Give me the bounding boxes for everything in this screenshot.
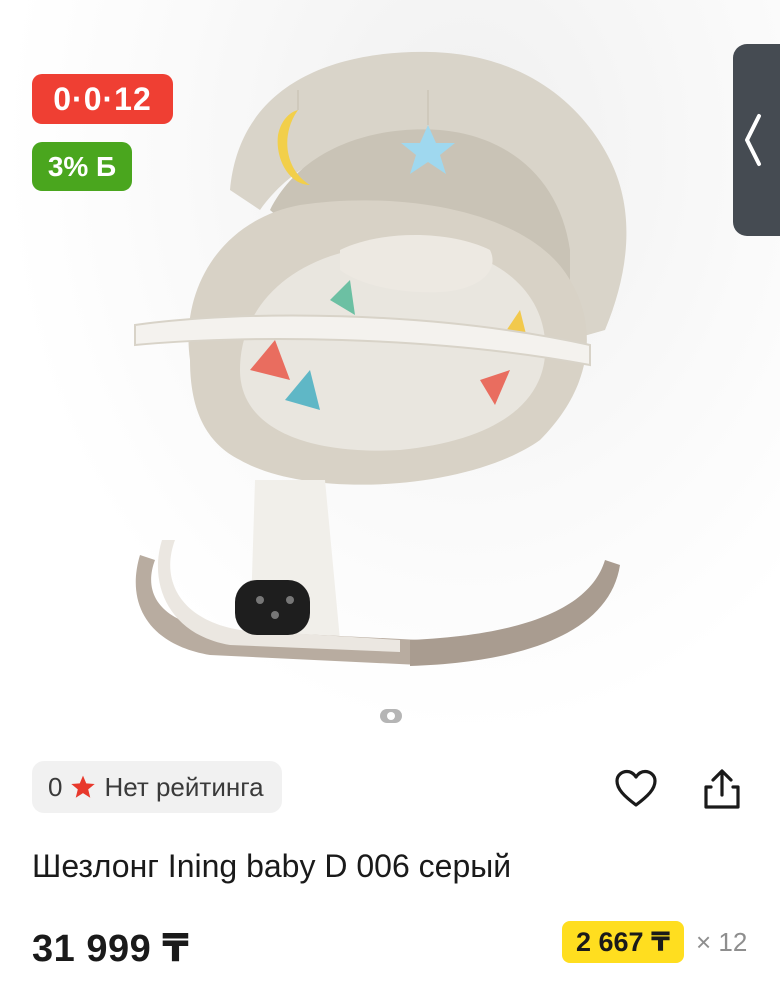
- product-title: Шезлонг Ining baby D 006 серый: [32, 848, 512, 884]
- share-button[interactable]: [698, 765, 746, 813]
- share-icon: [704, 769, 740, 809]
- monthly-payment[interactable]: 2 667 ₸: [562, 921, 684, 963]
- chevron-left-icon: [745, 114, 761, 166]
- gallery-pagination[interactable]: [380, 709, 402, 723]
- rating-label: Нет рейтинга: [104, 771, 264, 802]
- product-image: [134, 51, 627, 666]
- star-icon: [71, 775, 96, 798]
- heart-icon: [615, 769, 657, 807]
- rating-value: 0: [48, 771, 63, 802]
- bonus-badge: 3% Б: [32, 142, 132, 191]
- installment-months: × 12: [696, 927, 748, 957]
- side-panel-toggle[interactable]: [733, 44, 780, 236]
- favorite-button[interactable]: [612, 765, 660, 813]
- product-price: 31 999 ₸: [32, 928, 190, 970]
- pagination-dot-active: [387, 712, 395, 720]
- product-gallery[interactable]: 0·0·12 3% Б: [0, 0, 780, 740]
- rating-summary[interactable]: 0 Нет рейтинга: [32, 761, 282, 813]
- installment-badge: 0·0·12: [32, 74, 173, 124]
